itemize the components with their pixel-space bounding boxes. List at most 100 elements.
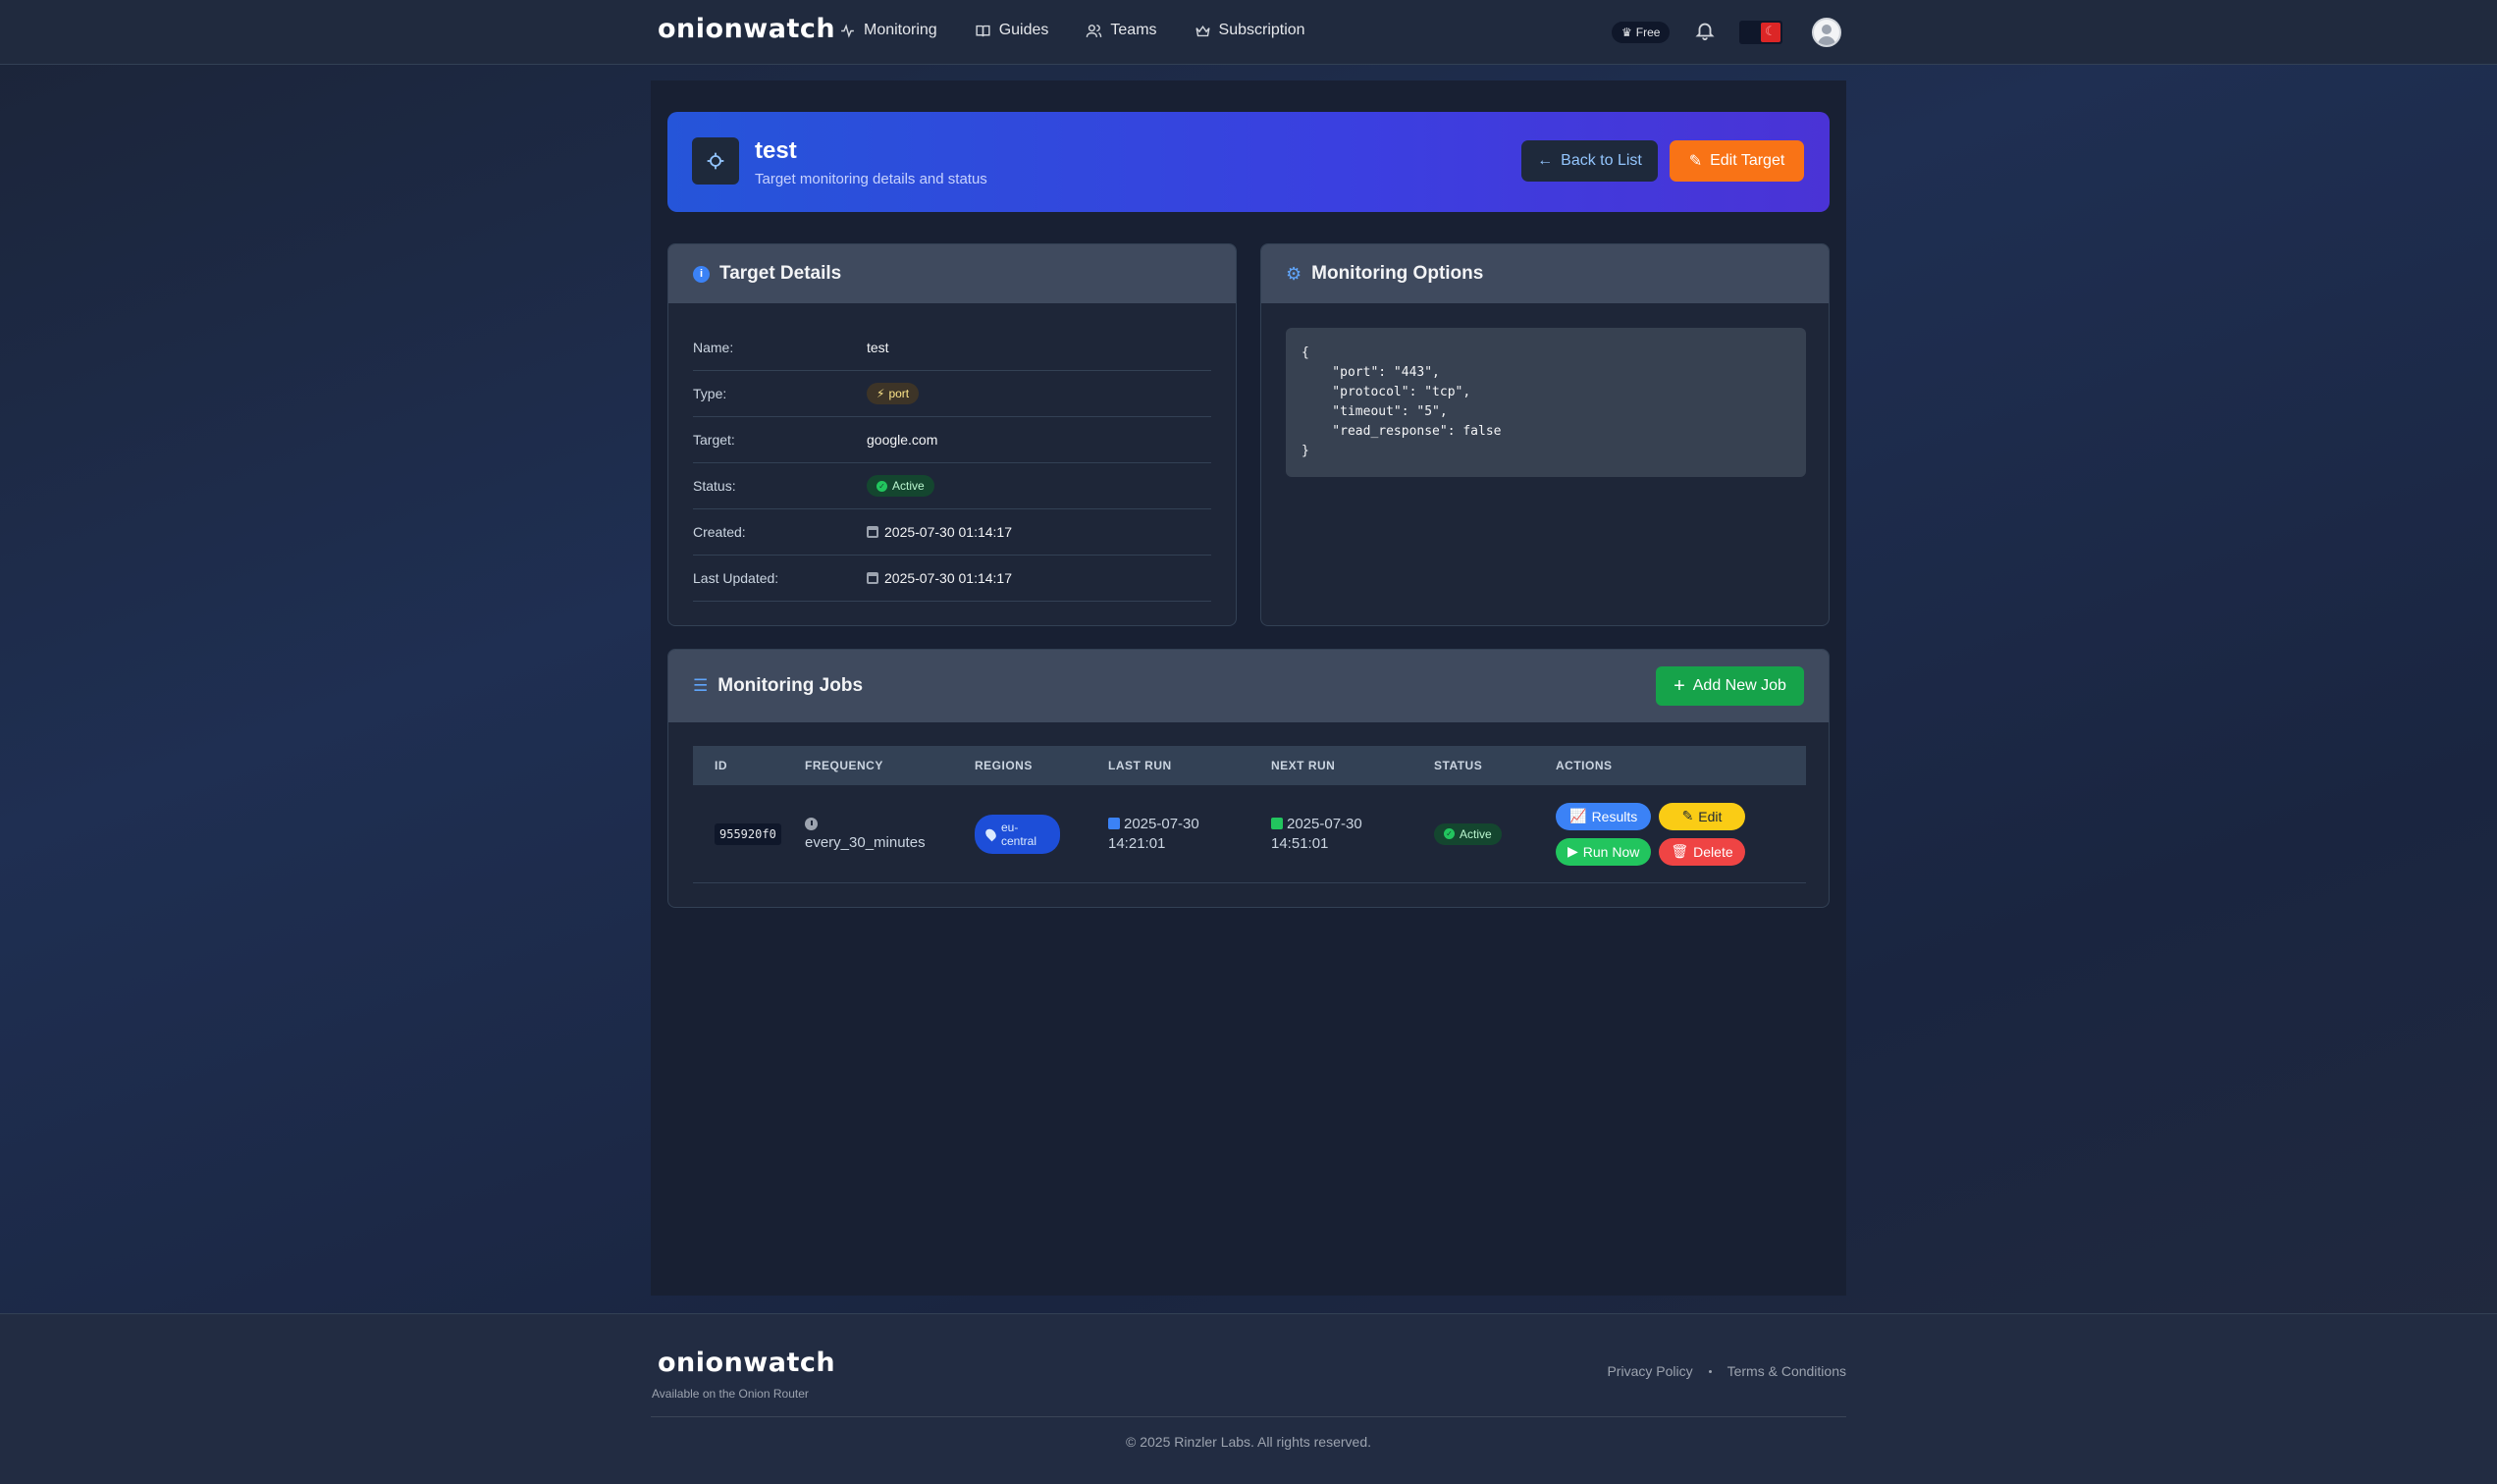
delete-label: Delete — [1693, 843, 1733, 860]
plan-badge: ♛ Free — [1612, 22, 1671, 43]
bell-icon — [1695, 23, 1715, 41]
run-now-label: Run Now — [1582, 843, 1640, 860]
privacy-policy-link[interactable]: Privacy Policy — [1607, 1363, 1692, 1379]
detail-label: Last Updated: — [693, 570, 779, 586]
edit-job-button[interactable]: ✎ Edit — [1659, 802, 1745, 830]
column-header-frequency: FREQUENCY — [805, 759, 883, 772]
nav-teams-label: Teams — [1110, 22, 1157, 38]
back-to-list-label: Back to List — [1561, 152, 1642, 169]
target-details-card: i Target Details Name: test Type: ⚡ port … — [667, 243, 1237, 626]
plug-icon: ⚡ — [877, 387, 885, 400]
region-badge: eu-central — [975, 814, 1060, 854]
delete-job-button[interactable]: 🗑 Delete — [1659, 837, 1745, 866]
crown-icon: ♛ — [1621, 26, 1632, 39]
notifications-button[interactable] — [1694, 20, 1716, 43]
detail-row-updated: Last Updated: 2025-07-30 01:14:17 — [693, 556, 1211, 602]
region-line2: central — [1001, 833, 1037, 848]
job-status-badge: ✓ Active — [1434, 822, 1502, 845]
detail-row-type: Type: ⚡ port — [693, 371, 1211, 417]
last-run-date: 2025-07-30 — [1124, 815, 1199, 832]
footer-tagline: Available on the Onion Router — [652, 1387, 809, 1401]
results-label: Results — [1591, 808, 1638, 824]
check-circle-icon: ✓ — [1444, 828, 1455, 839]
job-id: 955920f0 — [715, 823, 781, 845]
monitoring-options-title: Monitoring Options — [1311, 263, 1484, 284]
target-hero-banner: test Target monitoring details and statu… — [667, 112, 1830, 212]
jobs-table: ID FREQUENCY REGIONS LAST RUN NEXT RUN S… — [693, 746, 1806, 883]
plus-icon: + — [1674, 675, 1685, 697]
run-now-button[interactable]: ▶ Run Now — [1556, 837, 1652, 866]
book-icon — [976, 25, 990, 36]
detail-label: Status: — [693, 478, 736, 494]
activity-icon — [841, 23, 854, 38]
main-nav: Monitoring Guides Teams Subscription — [839, 22, 1305, 39]
nav-guides-label: Guides — [998, 22, 1049, 38]
main-content: test Target monitoring details and statu… — [651, 80, 1846, 1296]
page-subtitle: Target monitoring details and status — [755, 171, 987, 187]
footer-links: Privacy Policy Terms & Conditions — [1607, 1363, 1846, 1379]
crosshair-icon — [692, 137, 739, 185]
monitoring-jobs-header: ☰ Monitoring Jobs — [668, 650, 1829, 722]
back-to-list-button[interactable]: ← Back to List — [1521, 140, 1658, 182]
theme-toggle[interactable] — [1739, 21, 1782, 44]
separator-dot — [1708, 1369, 1712, 1373]
detail-row-created: Created: 2025-07-30 01:14:17 — [693, 509, 1211, 556]
clock-icon — [805, 817, 818, 830]
nav-teams[interactable]: Teams — [1086, 22, 1157, 39]
nav-guides[interactable]: Guides — [975, 22, 1049, 39]
detail-value: 2025-07-30 01:14:17 — [884, 524, 1012, 540]
detail-value: 2025-07-30 01:14:17 — [884, 570, 1012, 586]
brand-logo[interactable]: onionwatch — [658, 14, 835, 44]
detail-label: Created: — [693, 524, 746, 540]
options-json-block: { "port": "443", "protocol": "tcp", "tim… — [1286, 328, 1806, 477]
page-title: test — [755, 137, 797, 164]
add-new-job-label: Add New Job — [1692, 677, 1786, 694]
arrow-left-icon: ← — [1537, 152, 1554, 169]
nav-monitoring-label: Monitoring — [864, 22, 937, 38]
terms-link[interactable]: Terms & Conditions — [1727, 1363, 1846, 1379]
column-header-actions: ACTIONS — [1556, 759, 1613, 772]
column-header-regions: REGIONS — [975, 759, 1033, 772]
results-button[interactable]: 📈 Results — [1556, 802, 1652, 830]
edit-icon: ✎ — [1688, 153, 1703, 170]
detail-row-status: Status: ✓ Active — [693, 463, 1211, 509]
gears-icon: ⚙ — [1286, 263, 1302, 284]
info-icon: i — [693, 265, 710, 283]
next-run-date: 2025-07-30 — [1287, 815, 1362, 832]
target-details-title: Target Details — [719, 263, 842, 284]
monitoring-jobs-title: Monitoring Jobs — [717, 675, 864, 696]
edit-icon: ✎ — [1681, 808, 1694, 823]
column-header-next-run: NEXT RUN — [1271, 759, 1336, 772]
copyright: © 2025 Rinzler Labs. All rights reserved… — [1126, 1434, 1371, 1450]
map-pin-icon — [983, 826, 998, 841]
status-badge-label: Active — [892, 479, 925, 493]
monitoring-jobs-card: ☰ Monitoring Jobs + Add New Job ID FREQU… — [667, 649, 1830, 908]
detail-label: Name: — [693, 340, 734, 355]
crown-icon — [1195, 25, 1210, 36]
detail-row-name: Name: test — [693, 325, 1211, 371]
status-badge: ✓ Active — [867, 475, 934, 497]
region-line1: eu- — [1001, 820, 1019, 834]
edit-label: Edit — [1698, 808, 1723, 824]
detail-label: Target: — [693, 432, 735, 448]
user-avatar[interactable] — [1812, 18, 1841, 47]
add-new-job-button[interactable]: + Add New Job — [1656, 666, 1804, 706]
list-check-icon: ☰ — [693, 676, 709, 695]
edit-target-button[interactable]: ✎ Edit Target — [1670, 140, 1804, 182]
column-header-last-run: LAST RUN — [1108, 759, 1172, 772]
detail-row-target: Target: google.com — [693, 417, 1211, 463]
nav-monitoring[interactable]: Monitoring — [839, 22, 937, 39]
job-frequency: every_30_minutes — [805, 833, 926, 851]
footer-logo[interactable]: onionwatch — [658, 1348, 835, 1378]
trash-icon: 🗑 — [1671, 843, 1689, 859]
nav-subscription[interactable]: Subscription — [1195, 22, 1305, 39]
monitoring-options-header: ⚙ Monitoring Options — [1261, 244, 1829, 303]
play-icon: ▶ — [1567, 843, 1578, 859]
footer-divider — [651, 1416, 1846, 1417]
detail-label: Type: — [693, 386, 727, 401]
plan-badge-label: Free — [1635, 26, 1661, 39]
calendar-icon — [867, 572, 878, 584]
top-navbar: onionwatch Monitoring Guides Teams Subsc… — [0, 0, 2497, 65]
last-run-time: 14:21:01 — [1108, 834, 1166, 852]
footer: onionwatch Available on the Onion Router… — [0, 1313, 2497, 1484]
